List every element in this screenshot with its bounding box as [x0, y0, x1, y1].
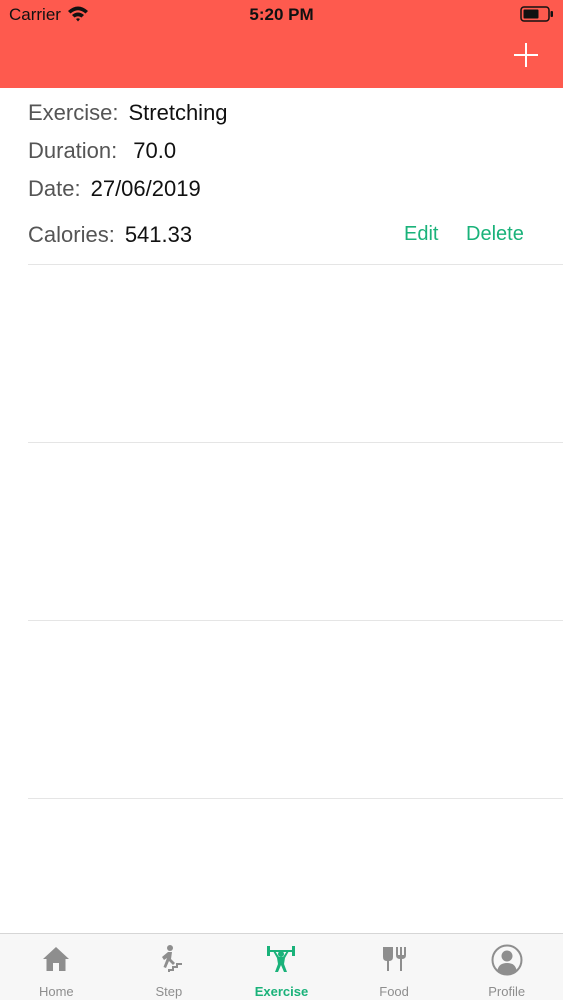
header-bar: Carrier 5:20 PM	[0, 0, 563, 88]
tab-exercise[interactable]: Exercise	[225, 934, 338, 1000]
tab-step-label: Step	[155, 984, 183, 999]
duration-label: Duration:	[28, 138, 118, 163]
weightlifting-icon	[267, 946, 296, 972]
home-icon	[43, 947, 70, 971]
empty-row	[28, 265, 563, 443]
tab-step[interactable]: Step	[113, 934, 226, 1000]
calories-value: 541.33	[124, 222, 193, 247]
battery-icon	[520, 6, 553, 22]
calories-label: Calories:	[28, 222, 115, 247]
tab-home[interactable]: Home	[0, 934, 113, 1000]
exercise-list: Exercise: Stretching Duration: 70.0 Date: 2…	[0, 88, 563, 799]
empty-row	[28, 621, 563, 799]
tab-food[interactable]: Food	[338, 934, 451, 1000]
edit-button[interactable]: Edit	[404, 223, 438, 246]
date-label: Date:	[28, 176, 81, 201]
exercise-value: Stretching	[128, 100, 228, 125]
calories-field: Calories: 541.33	[28, 222, 192, 248]
date-field: Date: 27/06/2019	[28, 176, 201, 202]
add-exercise-button[interactable]	[513, 42, 539, 68]
tab-food-label: Food	[379, 984, 409, 999]
tab-profile-label: Profile	[488, 984, 526, 999]
tab-exercise-label: Exercise	[254, 984, 309, 999]
exercise-screen: Carrier 5:20 PM Exercise: Stretching Dur…	[0, 0, 563, 1000]
plus-icon	[514, 43, 538, 67]
step-icon	[161, 945, 182, 972]
duration-field: Duration: 70.0	[28, 138, 176, 164]
date-value: 27/06/2019	[90, 176, 201, 201]
empty-row	[28, 443, 563, 621]
exercise-row: Exercise: Stretching Duration: 70.0 Date: 2…	[28, 88, 563, 265]
tab-profile[interactable]: Profile	[450, 934, 563, 1000]
tab-bar: Home Step Exercise Food Profile	[0, 933, 563, 1000]
delete-button[interactable]: Delete	[466, 223, 524, 246]
exercise-field: Exercise: Stretching	[28, 100, 228, 126]
food-icon	[383, 947, 407, 971]
tab-home-label: Home	[38, 984, 74, 999]
status-bar: Carrier 5:20 PM	[0, 0, 563, 30]
status-time: 5:20 PM	[249, 5, 314, 24]
duration-value: 70.0	[133, 138, 177, 163]
exercise-label: Exercise:	[28, 100, 119, 125]
profile-icon	[491, 944, 523, 976]
